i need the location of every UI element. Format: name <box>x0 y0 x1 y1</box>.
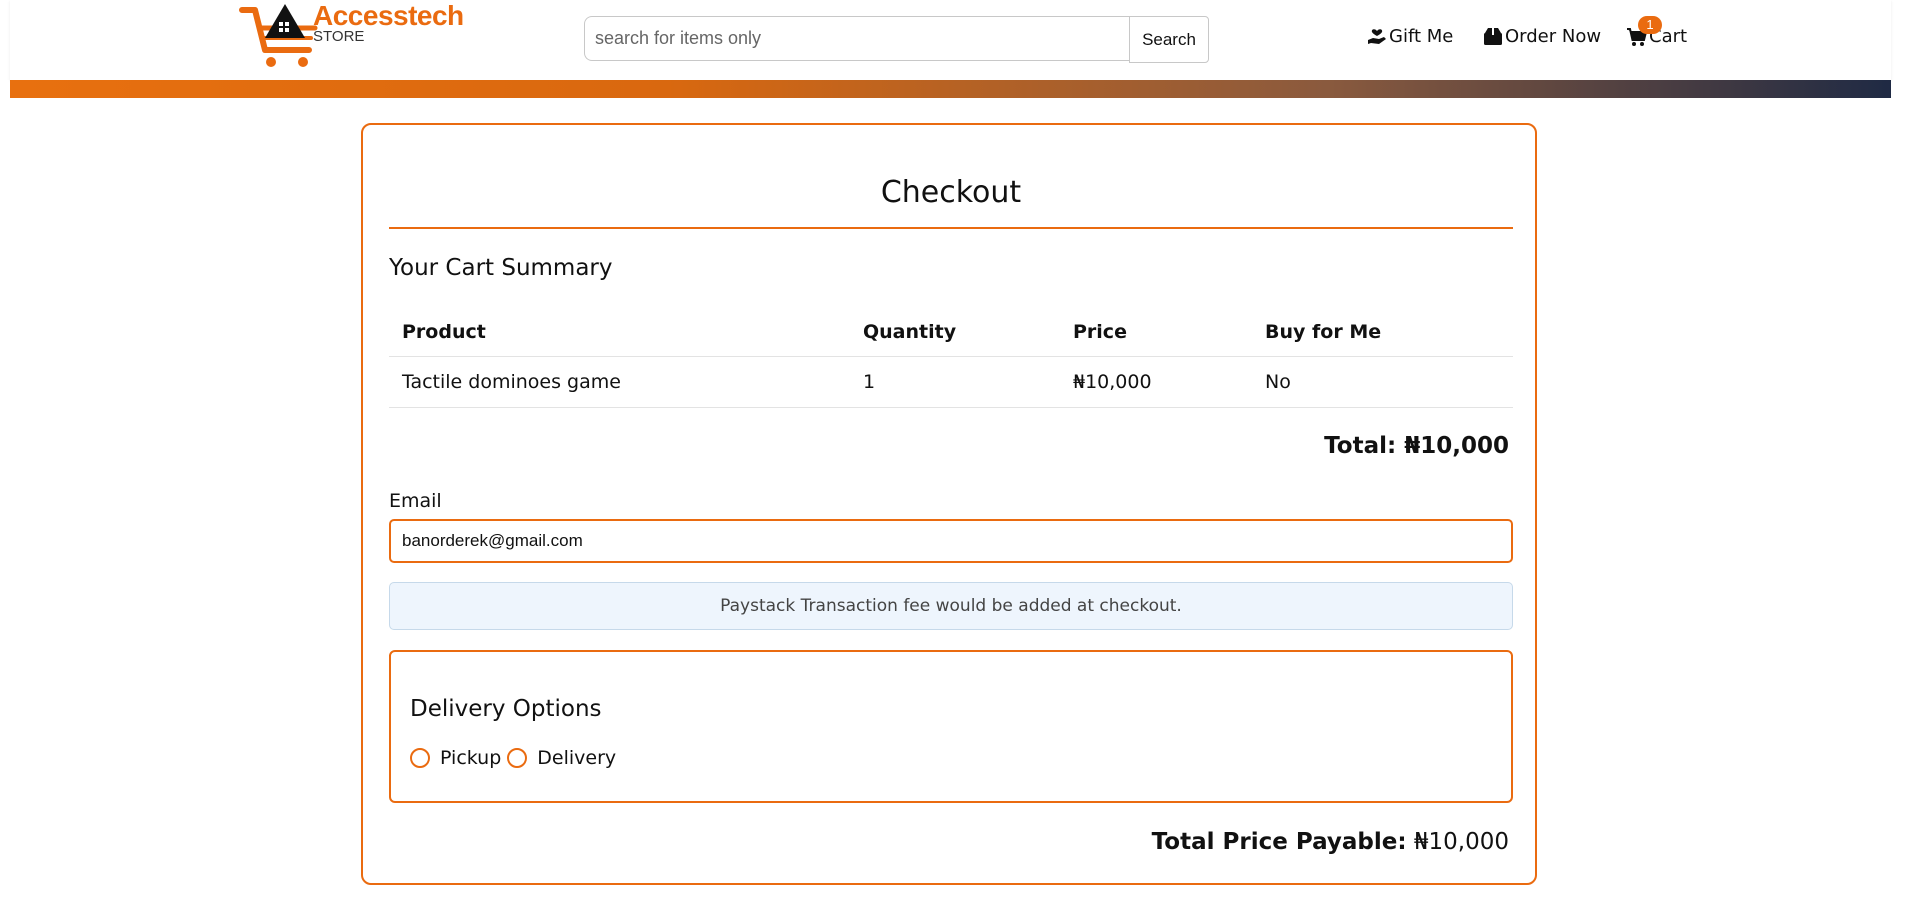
total-price-payable: Total Price Payable: ₦10,000 <box>1152 829 1509 855</box>
box-icon <box>1484 27 1502 45</box>
gift-me-link[interactable]: Gift Me <box>1367 26 1453 47</box>
cell-product: Tactile dominoes game <box>389 356 850 408</box>
order-now-link[interactable]: Order Now <box>1483 26 1601 47</box>
email-label: Email <box>389 490 442 512</box>
column-header-quantity: Quantity <box>863 321 957 343</box>
transaction-fee-notice: Paystack Transaction fee would be added … <box>389 582 1513 630</box>
search-button[interactable]: Search <box>1129 16 1209 63</box>
delivery-radio[interactable] <box>507 748 528 768</box>
payable-value: ₦10,000 <box>1413 829 1509 855</box>
site-header: Accesstech STORE Search Gift Me Order No… <box>10 0 1891 80</box>
title-divider <box>389 227 1513 229</box>
cart-summary-table: Product Quantity Price Buy for Me Tactil… <box>389 308 1513 408</box>
cell-price: ₦10,000 <box>1060 356 1252 408</box>
checkout-card: Checkout Your Cart Summary Product Quant… <box>361 123 1537 885</box>
category-bar <box>10 80 1891 98</box>
column-header-product: Product <box>402 321 486 343</box>
table-row: Tactile dominoes game 1 ₦10,000 No <box>389 356 1513 408</box>
cart-total-value: ₦10,000 <box>1404 433 1509 459</box>
logo-subtitle: STORE <box>313 28 365 45</box>
table-header-row: Product Quantity Price Buy for Me <box>389 308 1513 357</box>
delivery-label[interactable]: Delivery <box>537 747 616 769</box>
column-header-price: Price <box>1073 321 1127 343</box>
search-bar: Search <box>584 16 1209 63</box>
order-now-label: Order Now <box>1505 26 1602 47</box>
pickup-radio[interactable] <box>410 748 430 768</box>
cart-total: Total: ₦10,000 <box>1324 433 1509 459</box>
cart-total-label: Total: <box>1324 433 1397 459</box>
column-header-buy-for-me: Buy for Me <box>1265 321 1382 343</box>
pickup-label[interactable]: Pickup <box>440 747 501 769</box>
delivery-options-heading: Delivery Options <box>410 696 602 722</box>
search-input[interactable] <box>584 16 1129 61</box>
cart-summary-heading: Your Cart Summary <box>389 255 613 281</box>
delivery-radio-group: Pickup Delivery <box>410 747 622 769</box>
cell-buy-for-me: No <box>1252 356 1513 408</box>
delivery-options-panel: Delivery Options Pickup Delivery <box>389 650 1513 803</box>
page-title: Checkout <box>880 175 1022 210</box>
cart-count-badge: 1 <box>1638 16 1662 34</box>
gift-hand-icon <box>1368 28 1386 44</box>
gift-me-label: Gift Me <box>1389 26 1454 47</box>
payable-label: Total Price Payable: <box>1151 829 1407 855</box>
cell-quantity: 1 <box>850 356 1060 408</box>
email-field[interactable] <box>389 519 1513 563</box>
